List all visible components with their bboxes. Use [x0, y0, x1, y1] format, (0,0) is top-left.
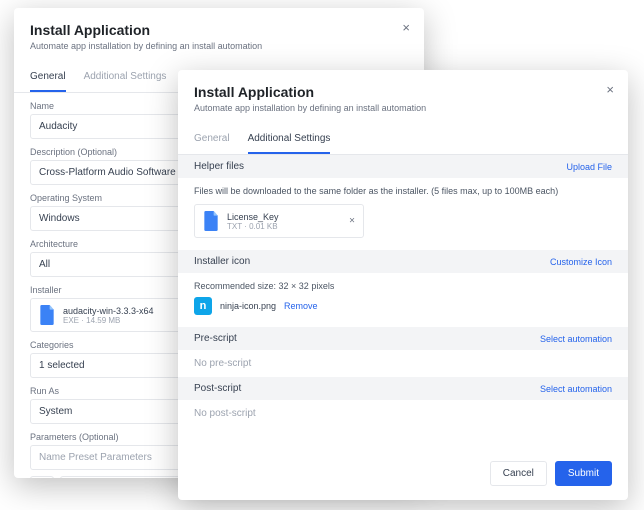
modal-header: Install Application Automate app install…	[178, 70, 628, 121]
tabs: General Additional Settings	[178, 125, 628, 155]
installer-file-name: audacity-win-3.3.3-x64	[63, 306, 154, 316]
modal-footer: Cancel Submit	[178, 450, 628, 500]
close-icon[interactable]: ×	[606, 82, 614, 97]
installer-file-chip: audacity-win-3.3.3-x64 EXE · 14.59 MB ×	[30, 298, 200, 332]
submit-button[interactable]: Submit	[555, 461, 612, 486]
param-prefix: =	[30, 476, 54, 478]
helper-file-meta: TXT · 0.01 KB	[227, 222, 279, 231]
close-icon[interactable]: ×	[402, 20, 410, 35]
tab-general[interactable]: General	[194, 125, 230, 154]
install-modal-additional: Install Application Automate app install…	[178, 70, 628, 500]
modal-header: Install Application Automate app install…	[14, 8, 424, 59]
modal-title: Install Application	[30, 22, 408, 38]
installer-file-meta: EXE · 14.59 MB	[63, 316, 154, 325]
icon-rec-note: Recommended size: 32 × 32 pixels	[194, 281, 612, 291]
file-icon	[39, 305, 55, 325]
section-helper-files: Helper files Upload File	[178, 155, 628, 178]
section-helper-body: Files will be downloaded to the same fol…	[178, 178, 628, 250]
modal-subtitle: Automate app installation by defining an…	[194, 103, 612, 113]
section-installer-icon: Installer icon Customize Icon	[178, 250, 628, 273]
cancel-button[interactable]: Cancel	[490, 461, 547, 486]
remove-file-icon[interactable]: ×	[349, 216, 355, 227]
section-title: Installer icon	[194, 256, 250, 267]
helper-note: Files will be downloaded to the same fol…	[194, 186, 612, 196]
section-title: Pre-script	[194, 333, 237, 344]
tab-general[interactable]: General	[30, 63, 66, 92]
select-automation-post[interactable]: Select automation	[540, 384, 612, 394]
icon-filename: ninja-icon.png	[220, 301, 276, 311]
tab-additional-settings[interactable]: Additional Settings	[84, 63, 167, 92]
helper-file-chip: License_Key TXT · 0.01 KB ×	[194, 204, 364, 238]
tab-additional-settings[interactable]: Additional Settings	[248, 125, 331, 154]
remove-icon-link[interactable]: Remove	[284, 301, 318, 311]
helper-file-name: License_Key	[227, 212, 279, 222]
modal-subtitle: Automate app installation by defining an…	[30, 41, 408, 51]
pre-script-empty: No pre-script	[178, 350, 628, 377]
icon-thumb: n	[194, 297, 212, 315]
section-title: Helper files	[194, 161, 244, 172]
section-pre-script: Pre-script Select automation	[178, 327, 628, 350]
modal-title: Install Application	[194, 84, 612, 100]
section-title: Post-script	[194, 383, 241, 394]
customize-icon-link[interactable]: Customize Icon	[550, 257, 612, 267]
file-icon	[203, 211, 219, 231]
section-icon-body: Recommended size: 32 × 32 pixels n ninja…	[178, 273, 628, 327]
select-automation-pre[interactable]: Select automation	[540, 334, 612, 344]
icon-row: n ninja-icon.png Remove	[194, 297, 612, 315]
section-post-script: Post-script Select automation	[178, 377, 628, 400]
upload-file-link[interactable]: Upload File	[566, 162, 612, 172]
post-script-empty: No post-script	[178, 400, 628, 427]
